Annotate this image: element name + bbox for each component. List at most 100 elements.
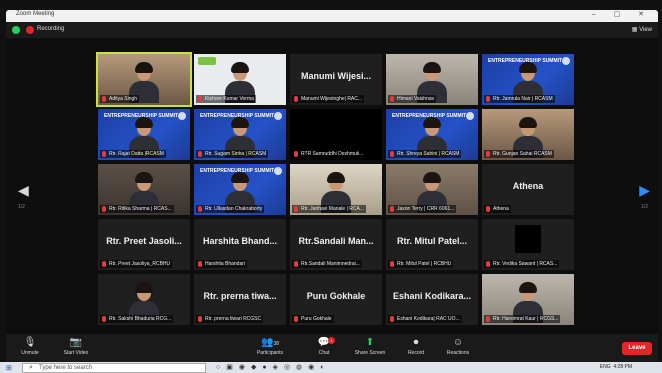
- chat-button[interactable]: 💬 1 Chat: [304, 337, 344, 357]
- participant-tile[interactable]: Eshani Kodikara... Eshani Kodikara| RAC U…: [386, 274, 478, 325]
- participant-name-label: Eshani Kodikara| RAC UO...: [397, 316, 460, 322]
- muted-mic-icon: [294, 261, 298, 267]
- participant-name-label: Rtr. Sugam Sinha | RCASM: [205, 151, 267, 157]
- muted-mic-icon: [486, 206, 490, 212]
- participant-name-tag: Manumi Wijesinghe| RAC...: [292, 95, 365, 103]
- participant-tile[interactable]: Harshita Bhand... Harshita Bhandari: [194, 219, 286, 270]
- summit-logo-icon: [274, 167, 282, 175]
- muted-mic-icon: [198, 151, 202, 157]
- participant-tile[interactable]: Puru Gokhale Puru Gokhale: [290, 274, 382, 325]
- participants-button[interactable]: 👥38 Participants: [250, 337, 290, 357]
- participant-tile[interactable]: Rtr. prerna tiwa... Rtr. prerna tiwari RC…: [194, 274, 286, 325]
- participant-name-label: RTR Samruddhi Deshmuk...: [301, 151, 364, 157]
- participant-name-tag: Rtr. Vedika Sawant | RCAS...: [484, 260, 560, 268]
- next-page-arrow-icon[interactable]: ▶: [639, 182, 650, 199]
- participant-name-tag: Rtr. Sakshi Bhaduria RCG...: [100, 315, 174, 323]
- view-button[interactable]: ▦ View: [632, 26, 652, 33]
- participant-tile[interactable]: Rtr. Vedika Sawant | RCAS...: [482, 219, 574, 270]
- muted-mic-icon: [294, 96, 298, 102]
- person-hair: [327, 172, 345, 183]
- view-label: View: [639, 27, 652, 33]
- participant-name-label: Rtr. Shreya Sahini | RCASM: [397, 151, 460, 157]
- participant-grid: Aditya Singh Kishore Kumar Verma Manumi Wi…: [96, 52, 574, 330]
- participant-name-tag: Rtr. Sugam Sinha | RCASM: [196, 150, 269, 158]
- muted-mic-icon: [198, 316, 202, 322]
- participant-name-label: Rtr. Rajat Datta |RCASM: [109, 151, 164, 157]
- participant-tile[interactable]: Rtr. Ritika Sharma | RCAS...: [98, 164, 190, 215]
- person-hair: [423, 172, 441, 183]
- participant-name-label: Jason Terry | CRR 6061...: [397, 206, 455, 212]
- muted-mic-icon: [294, 206, 298, 212]
- participant-tile[interactable]: Rtr. Harsimrat Kaur | RCGS...: [482, 274, 574, 325]
- participant-tile[interactable]: Manumi Wijesi... Manumi Wijesinghe| RAC..…: [290, 54, 382, 105]
- participant-display-name: Puru Gokhale: [306, 291, 366, 301]
- record-icon: ⏺: [413, 337, 419, 348]
- participant-tile[interactable]: Aditya Singh: [96, 52, 192, 107]
- muted-mic-icon: [102, 96, 106, 102]
- person-hair: [519, 117, 537, 128]
- reactions-icon: ☺: [452, 337, 464, 348]
- reactions-button[interactable]: ☺ Reactions: [438, 337, 478, 357]
- participant-tile[interactable]: Rtr. Gunjan Sahai RCASM: [482, 109, 574, 160]
- windows-start-icon[interactable]: ⊞: [6, 364, 12, 372]
- participant-tile[interactable]: ENTREPRENEURSHIP SUMMIT Rtr. Jamrula Nair…: [482, 54, 574, 105]
- participant-tile[interactable]: ENTREPRENEURSHIP SUMMIT Rtr. Rajat Datta …: [98, 109, 190, 160]
- participant-name-tag: Rtr.Sandali Manimnedrai...: [292, 260, 362, 268]
- participant-display-name: Rtr. Preet Jasoli...: [106, 236, 182, 246]
- participant-name-label: Rtr. Ullasdan Chakraborty: [205, 206, 263, 212]
- language-indicator[interactable]: ENG: [600, 364, 611, 370]
- clock[interactable]: 4:28 PM: [613, 364, 632, 370]
- participant-display-name: Rtr.Sandali Man...: [298, 236, 374, 246]
- chat-label: Chat: [318, 350, 330, 356]
- leave-button[interactable]: Leave: [622, 342, 652, 355]
- participant-display-name: Rtr. prerna tiwa...: [203, 291, 277, 301]
- participant-tile[interactable]: RTR Samruddhi Deshmuk...: [290, 109, 382, 160]
- participant-name-tag: Himani Vaishnav: [388, 95, 437, 103]
- participant-tile[interactable]: Rtr.Sandali Man... Rtr.Sandali Manimnedra…: [290, 219, 382, 270]
- muted-mic-icon: [294, 151, 298, 157]
- participant-name-tag: Rtr. Mitul Patel | RCBHU: [388, 260, 454, 268]
- slide-logo-icon: [198, 57, 216, 65]
- participant-tile[interactable]: Jason Terry | CRR 6061...: [386, 164, 478, 215]
- unmute-button[interactable]: 🎙 Unmute: [10, 337, 50, 357]
- participant-name-label: Rtr. Janhavi Manale | RCA...: [301, 206, 364, 212]
- participant-name-tag: Puru Gokhale: [292, 315, 334, 323]
- participant-name-tag: Rtr. Rajat Datta |RCASM: [100, 150, 166, 158]
- person-hair: [135, 282, 153, 293]
- muted-mic-icon: [486, 261, 490, 267]
- muted-mic-icon: [198, 261, 202, 267]
- participants-icon: 👥38: [260, 337, 279, 348]
- window-controls[interactable]: – ▢ ✕: [592, 10, 652, 18]
- share-screen-button[interactable]: ⬆ Share Screen: [350, 337, 390, 357]
- previous-page-arrow-icon[interactable]: ◀: [18, 182, 29, 199]
- participant-tile[interactable]: Himani Vaishnav: [386, 54, 478, 105]
- taskbar-pinned-apps[interactable]: ○▣◉◆●◈◎◍◉◐: [216, 363, 331, 371]
- system-tray: ENG 4:28 PM: [600, 364, 632, 370]
- chat-icon: 💬: [317, 337, 331, 348]
- start-video-button[interactable]: 📷 Start Video: [56, 337, 96, 357]
- security-shield-icon[interactable]: [12, 26, 20, 34]
- participant-tile[interactable]: ENTREPRENEURSHIP SUMMIT Rtr. Ullasdan Cha…: [194, 164, 286, 215]
- participants-label: Participants: [256, 350, 284, 356]
- participant-tile[interactable]: Rtr. Sakshi Bhaduria RCG...: [98, 274, 190, 325]
- participant-name-tag: Rtr. Janhavi Manale | RCA...: [292, 205, 366, 213]
- unmute-label: Unmute: [21, 350, 39, 356]
- muted-mic-icon: [390, 206, 394, 212]
- participant-display-name: Eshani Kodikara...: [392, 291, 472, 301]
- participant-name-label: Himani Vaishnav: [397, 96, 435, 102]
- record-button[interactable]: ⏺ Record: [396, 337, 436, 357]
- participant-name-label: Harshita Bhandari: [205, 261, 246, 267]
- participant-tile[interactable]: Kishore Kumar Verma: [194, 54, 286, 105]
- participant-tile[interactable]: Rtr. Janhavi Manale | RCA...: [290, 164, 382, 215]
- participant-name-label: Rtr. Harsimrat Kaur | RCGS...: [493, 316, 559, 322]
- participant-tile[interactable]: ENTREPRENEURSHIP SUMMIT Rtr. Shreya Sahin…: [386, 109, 478, 160]
- participants-count: 38: [273, 341, 279, 347]
- participant-tile[interactable]: Rtr. Preet Jasoli... Rtr. Preet Jasoliya_…: [98, 219, 190, 270]
- participant-tile[interactable]: Athena Athena: [482, 164, 574, 215]
- participant-tile[interactable]: Rtr. Mitul Patel... Rtr. Mitul Patel | RC…: [386, 219, 478, 270]
- participant-display-name: Athena: [512, 181, 544, 191]
- taskbar-search-box[interactable]: ⌕ Type here to search: [22, 363, 206, 373]
- participant-tile[interactable]: ENTREPRENEURSHIP SUMMIT Rtr. Sugam Sinha …: [194, 109, 286, 160]
- share-screen-label: Share Screen: [354, 350, 386, 356]
- video-off-icon: 📷: [69, 337, 83, 348]
